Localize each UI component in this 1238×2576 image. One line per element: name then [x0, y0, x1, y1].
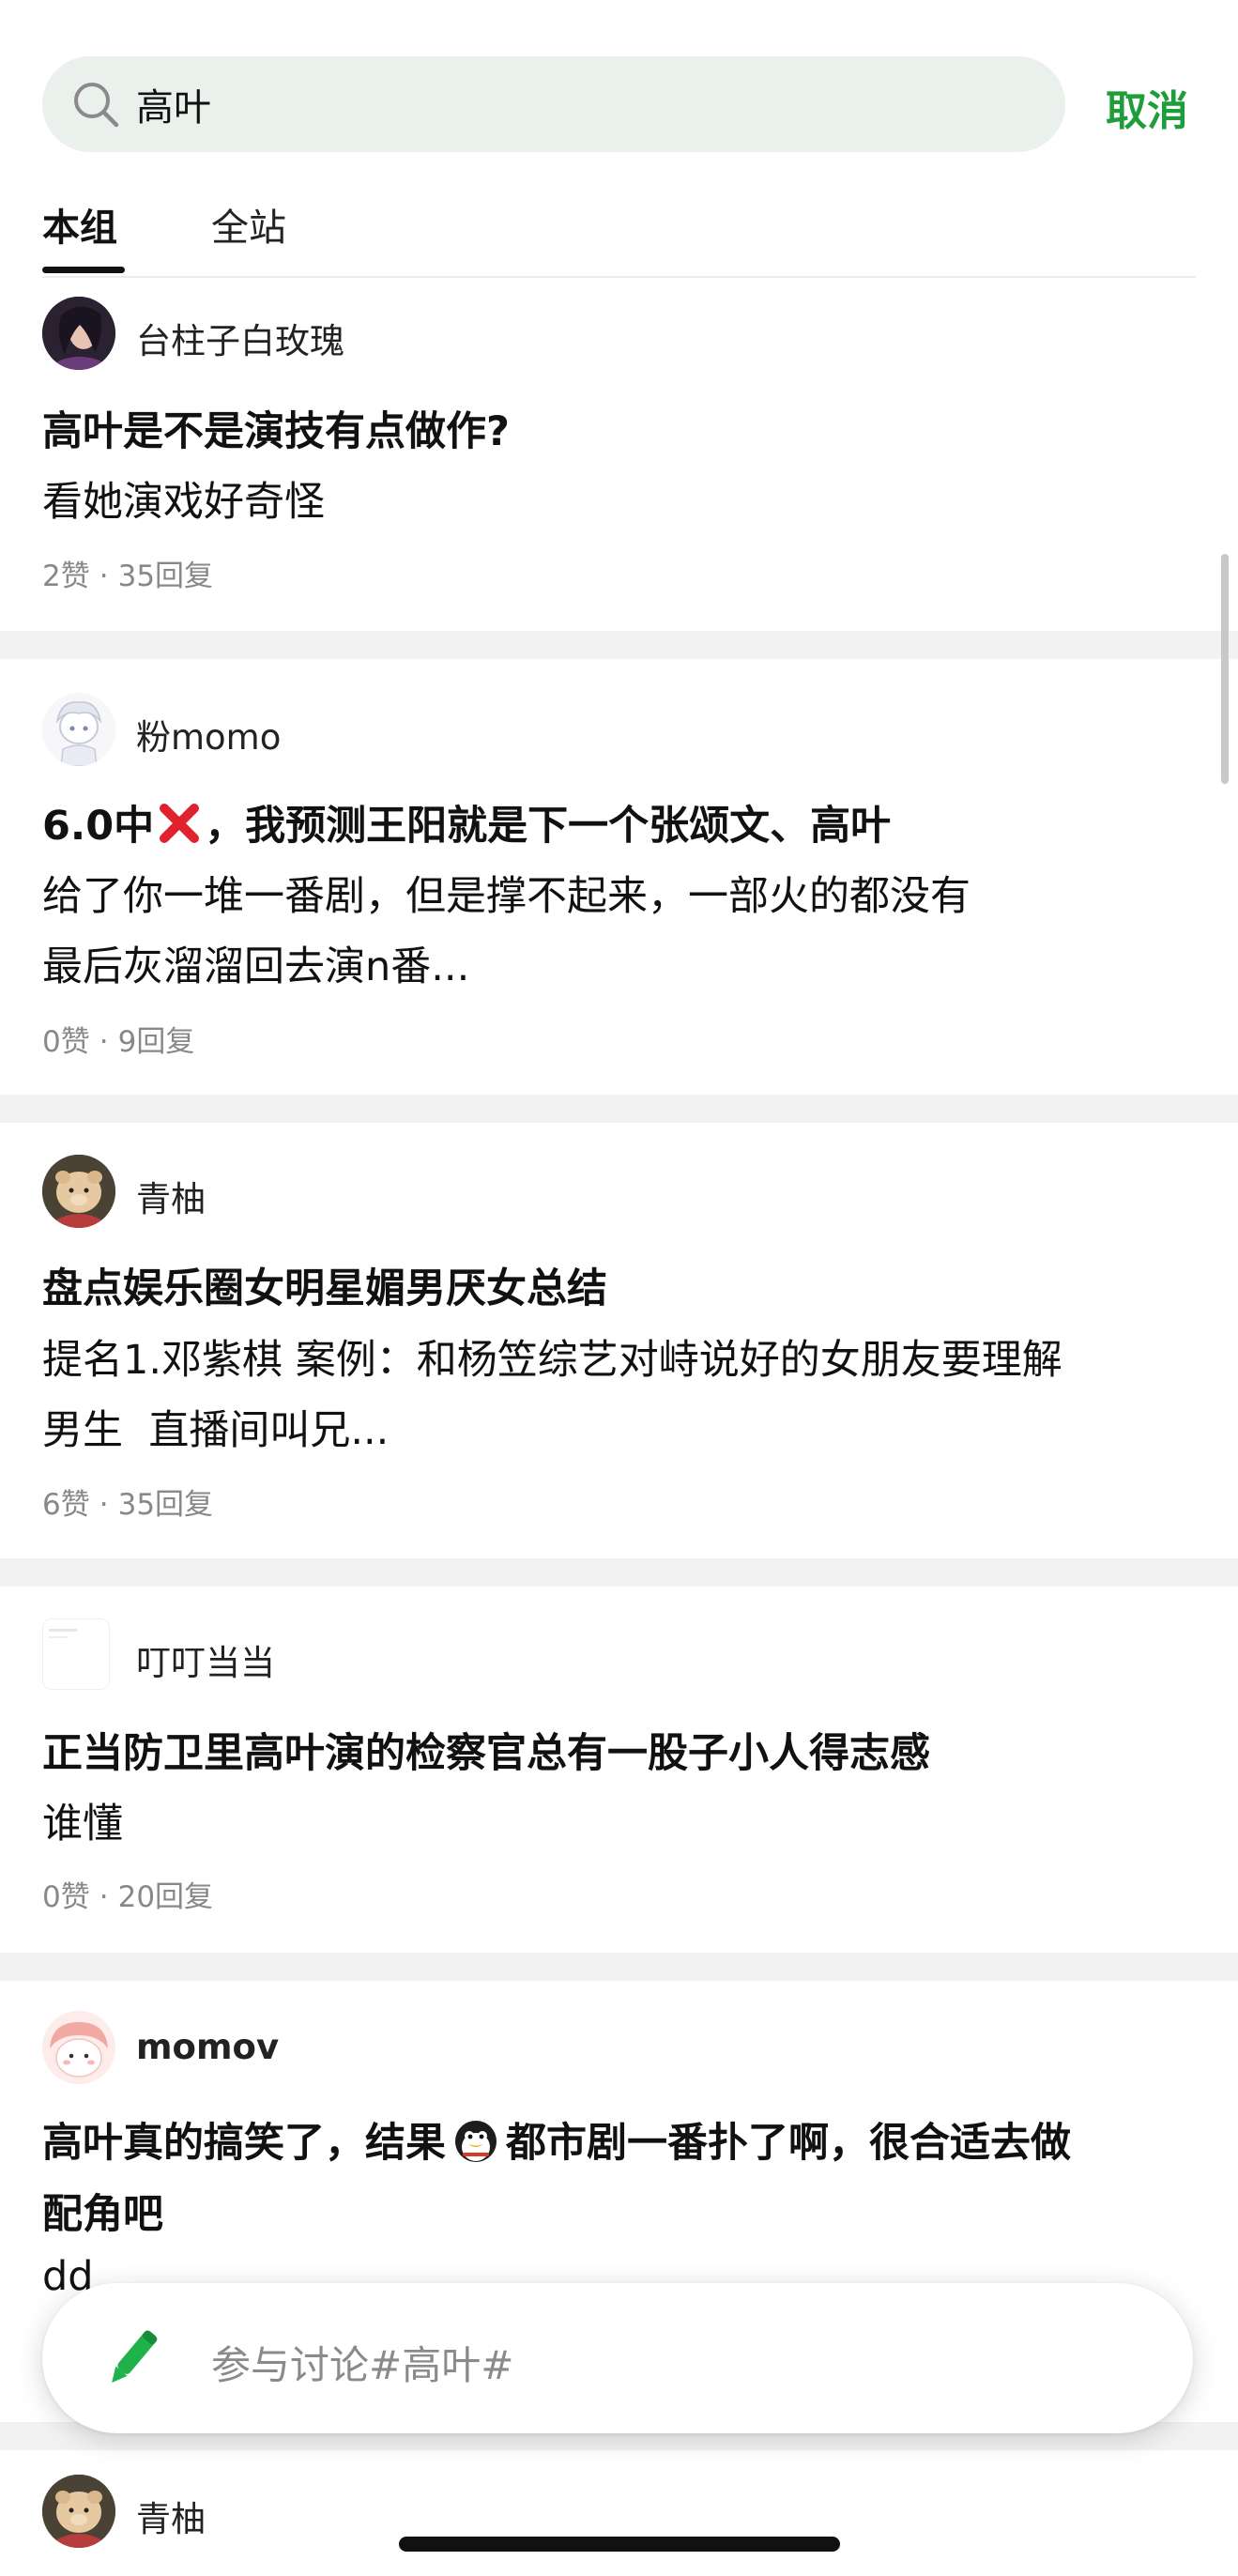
tabs-divider: [42, 276, 1196, 278]
reply-count: 35回复: [117, 1488, 214, 1522]
post-divider: [0, 631, 1238, 659]
post-author[interactable]: momov: [136, 2027, 279, 2067]
like-count: 0赞: [42, 1880, 90, 1914]
post-card[interactable]: 叮叮当当 正当防卫里高叶演的检察官总有一股子小人得志感 谁懂 0赞 · 20回复: [0, 1587, 1238, 1953]
meta-separator: ·: [99, 560, 109, 593]
post-title-line: 配角吧: [42, 2191, 163, 2238]
pen-icon: [112, 2330, 158, 2384]
post-title: 6.0中 ，我预测王阳就是下一个张颂文、高叶: [42, 793, 1182, 851]
post-card[interactable]: 台柱子白玫瑰 高叶是不是演技有点做作? 看她演戏好奇怪 2赞 · 35回复: [0, 282, 1238, 631]
tab-whole-site[interactable]: 全站: [211, 197, 286, 252]
active-tab-indicator: [42, 267, 125, 273]
reply-count: 9回复: [117, 1025, 195, 1059]
post-title: 盘点娱乐圈女明星媚男厌女总结: [42, 1265, 607, 1312]
post-title: 正当防卫里高叶演的检察官总有一股子小人得志感: [42, 1730, 930, 1777]
reply-count: 20回复: [117, 1880, 214, 1914]
meta-separator: ·: [99, 1880, 109, 1914]
post-divider: [0, 1558, 1238, 1587]
post-author[interactable]: 台柱子白玫瑰: [136, 313, 344, 363]
post-card[interactable]: 青柚: [0, 2450, 1238, 2576]
post-title-prefix: 高叶真的搞笑了，结果: [42, 2120, 446, 2167]
compose-bar[interactable]: 参与讨论#高叶#: [42, 2283, 1193, 2433]
post-title-suffix: 都市剧一番扑了啊，很合适去做: [506, 2120, 1071, 2167]
cancel-button[interactable]: 取消: [1106, 77, 1188, 137]
compose-placeholder: 参与讨论#高叶#: [211, 2342, 514, 2388]
scrollbar[interactable]: [1221, 554, 1229, 784]
meta-separator: ·: [99, 1025, 109, 1059]
post-card[interactable]: 青柚 盘点娱乐圈女明星媚男厌女总结 提名1.邓紫棋 案例：和杨笠综艺对峙说好的女…: [0, 1123, 1238, 1558]
post-stats: 2赞 · 35回复: [42, 552, 213, 594]
post-body-line: 男生 直播间叫兄...: [42, 1407, 390, 1454]
post-stats: 6赞 · 35回复: [42, 1480, 213, 1523]
post-author[interactable]: 青柚: [136, 1171, 206, 1221]
red-cross-icon: [160, 804, 200, 843]
post-author[interactable]: 青柚: [136, 2491, 206, 2541]
post-body-line: 谁懂: [42, 1801, 123, 1848]
avatar: [42, 297, 115, 370]
avatar: [42, 1155, 115, 1228]
home-indicator[interactable]: [399, 2537, 840, 2552]
post-body-line: 最后灰溜溜回去演n番...: [42, 943, 470, 990]
post-title: 高叶真的搞笑了，结果 都市剧一番扑了啊，很合适去做: [42, 2110, 1182, 2169]
like-count: 2赞: [42, 560, 90, 593]
post-author[interactable]: 叮叮当当: [136, 1634, 275, 1685]
post-stats: 0赞 · 20回复: [42, 1873, 213, 1915]
avatar: [42, 2475, 115, 2548]
like-count: 0赞: [42, 1025, 90, 1059]
search-input[interactable]: [136, 56, 981, 152]
reply-count: 35回复: [117, 560, 214, 593]
avatar: [42, 1618, 110, 1690]
post-body-line: 提名1.邓紫棋 案例：和杨笠综艺对峙说好的女朋友要理解: [42, 1337, 1062, 1384]
like-count: 6赞: [42, 1488, 90, 1522]
post-body-line: 给了你一堆一番剧，但是撑不起来，一部火的都没有: [42, 873, 971, 920]
post-divider: [0, 1953, 1238, 1981]
post-divider: [0, 1095, 1238, 1123]
tab-this-group[interactable]: 本组: [42, 197, 117, 252]
post-author[interactable]: 粉momo: [136, 709, 281, 759]
penguin-icon: [455, 2121, 497, 2162]
meta-separator: ·: [99, 1488, 109, 1522]
post-card[interactable]: 粉momo 6.0中 ，我预测王阳就是下一个张颂文、高叶 给了你一堆一番剧，但是…: [0, 659, 1238, 1095]
post-title-suffix: ，我预测王阳就是下一个张颂文、高叶: [205, 803, 892, 850]
post-stats: 0赞 · 9回复: [42, 1018, 194, 1060]
search-icon: [74, 83, 119, 128]
search-bar[interactable]: [42, 56, 1065, 152]
avatar: [42, 693, 115, 766]
post-title-prefix: 6.0中: [42, 803, 155, 850]
avatar: [42, 2011, 115, 2084]
post-title: 高叶是不是演技有点做作?: [42, 408, 510, 455]
post-body-line: 看她演戏好奇怪: [42, 479, 325, 526]
